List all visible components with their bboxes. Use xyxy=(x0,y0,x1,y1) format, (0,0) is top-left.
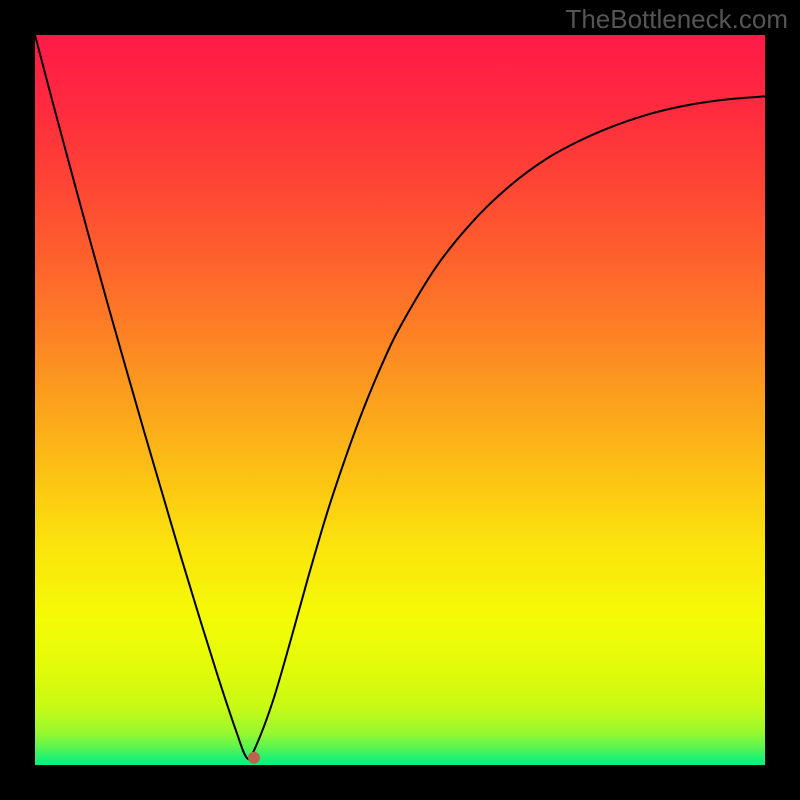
plot-area xyxy=(35,35,765,765)
chart-container: TheBottleneck.com xyxy=(0,0,800,800)
bottleneck-curve xyxy=(35,35,765,765)
watermark-text: TheBottleneck.com xyxy=(565,4,788,35)
